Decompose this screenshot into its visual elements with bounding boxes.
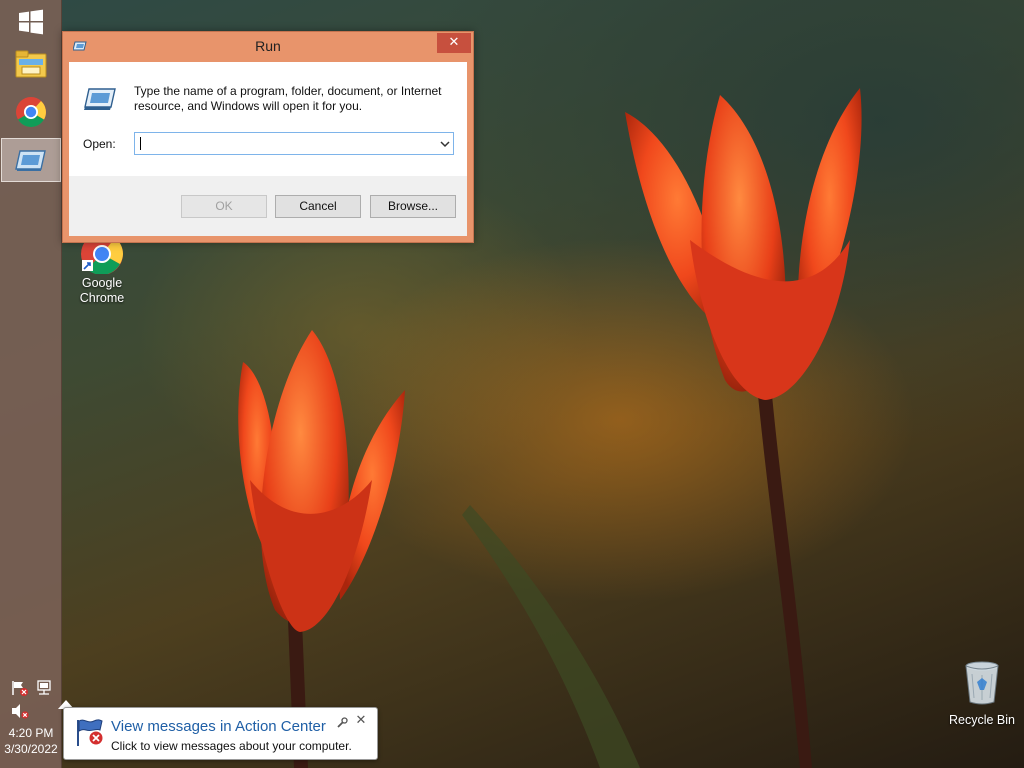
desktop-icon-google-chrome[interactable]: Google Chrome bbox=[72, 234, 132, 306]
clock-time[interactable]: 4:20 PM bbox=[0, 726, 62, 740]
taskbar-file-explorer[interactable] bbox=[0, 42, 62, 86]
run-dialog-icon bbox=[84, 88, 116, 110]
ok-button[interactable]: OK bbox=[181, 195, 267, 218]
toast-title[interactable]: View messages in Action Center bbox=[111, 718, 326, 735]
run-dialog-title: Run bbox=[255, 38, 281, 54]
close-button[interactable]: ✕ bbox=[437, 33, 471, 53]
taskbar-google-chrome[interactable] bbox=[0, 90, 62, 134]
run-titlebar[interactable]: Run ✕ bbox=[63, 32, 473, 60]
toast-subtitle: Click to view messages about your comput… bbox=[111, 739, 352, 753]
action-center-toast[interactable]: View messages in Action Center Click to … bbox=[63, 707, 378, 760]
start-button[interactable] bbox=[0, 0, 62, 44]
cancel-button[interactable]: Cancel bbox=[275, 195, 361, 218]
chrome-icon bbox=[16, 97, 46, 128]
open-input[interactable] bbox=[135, 133, 433, 154]
recycle-bin-icon bbox=[965, 661, 999, 705]
browse-button[interactable]: Browse... bbox=[370, 195, 456, 218]
windows-logo-icon bbox=[19, 9, 43, 35]
open-combobox[interactable] bbox=[134, 132, 454, 155]
folder-icon bbox=[15, 50, 47, 78]
desktop-icon-label-line2: Chrome bbox=[79, 291, 125, 305]
flag-error-icon[interactable] bbox=[11, 680, 29, 696]
run-dialog-icon bbox=[15, 150, 46, 171]
network-icon[interactable] bbox=[35, 680, 53, 696]
run-dialog-body: Type the name of a program, folder, docu… bbox=[69, 62, 467, 176]
desktop-icon-label-line1: Google bbox=[81, 276, 123, 290]
speaker-muted-icon[interactable] bbox=[11, 703, 29, 719]
toast-close-button[interactable]: ✕ bbox=[354, 714, 368, 728]
run-dialog-footer: OK Cancel Browse... bbox=[69, 176, 467, 236]
run-dialog: Run ✕ Type the name of a program, folder… bbox=[62, 31, 474, 243]
action-center-flag-icon bbox=[77, 719, 104, 746]
text-caret bbox=[140, 137, 141, 150]
run-dialog-message: Type the name of a program, folder, docu… bbox=[134, 84, 442, 113]
desktop-icon-recycle-bin[interactable]: Recycle Bin bbox=[948, 660, 1016, 728]
chevron-down-icon[interactable] bbox=[437, 136, 453, 152]
clock-date[interactable]: 3/30/2022 bbox=[0, 742, 62, 756]
wrench-icon[interactable] bbox=[336, 717, 348, 729]
open-label: Open: bbox=[83, 137, 116, 151]
taskbar: 4:20 PM 3/30/2022 bbox=[0, 0, 62, 768]
taskbar-run[interactable] bbox=[1, 138, 61, 182]
desktop-icon-label: Recycle Bin bbox=[949, 713, 1015, 727]
